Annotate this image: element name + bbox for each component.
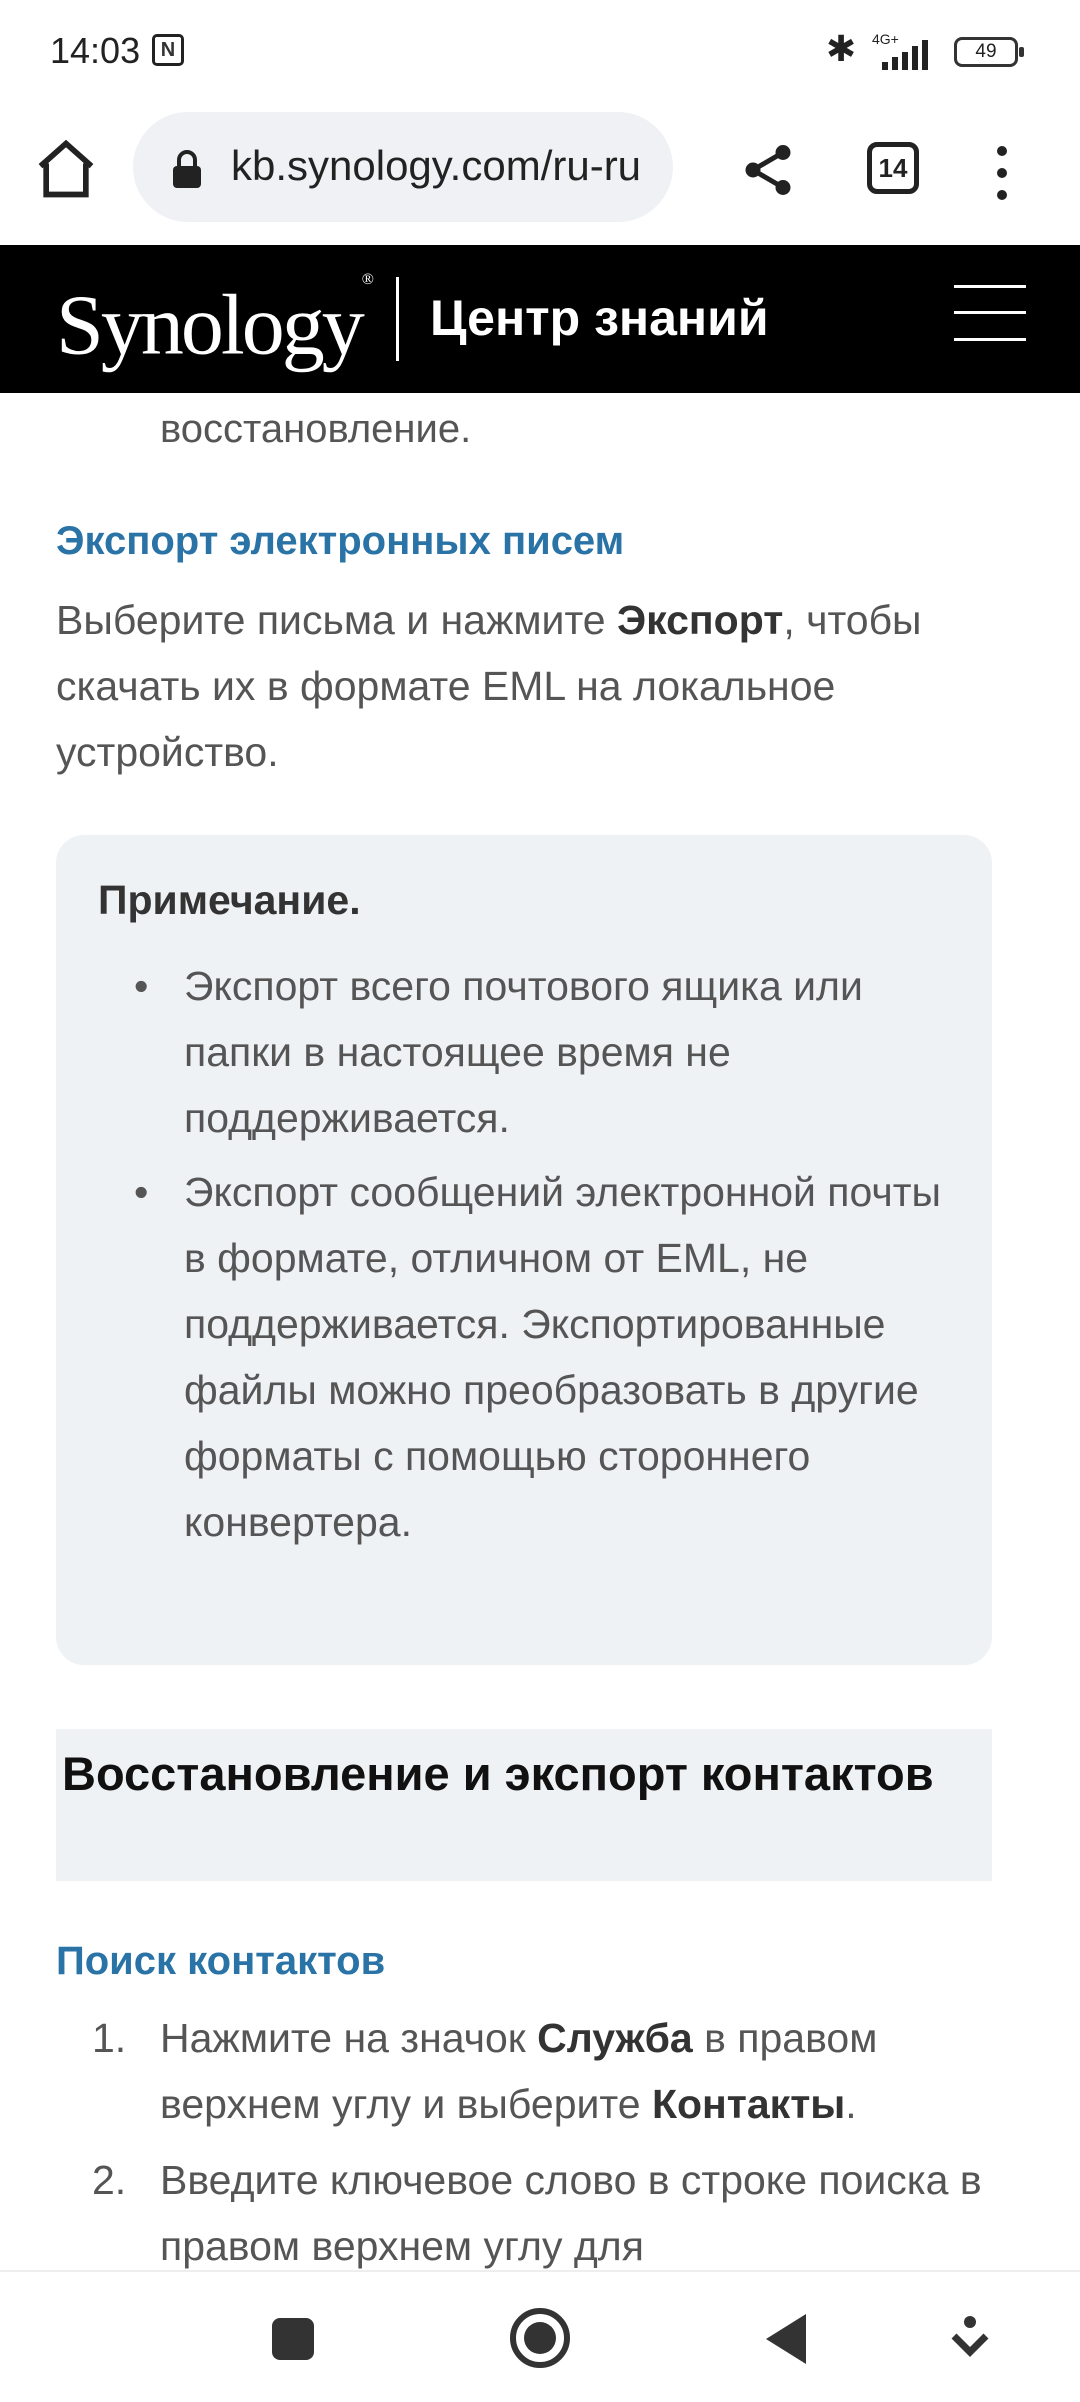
recents-button[interactable] (270, 2316, 316, 2367)
share-icon (745, 145, 791, 195)
keyboard-hide-button[interactable] (950, 2316, 990, 2367)
section-heading: Восстановление и экспорт контактов (56, 1729, 992, 1881)
address-bar[interactable]: kb.synology.com/ru-ru (133, 112, 673, 222)
home-icon (38, 139, 94, 198)
list-item: 1. Нажмите на значок Служба в правом вер… (92, 2015, 878, 2127)
share-button[interactable] (738, 140, 798, 200)
more-vert-icon (997, 146, 1007, 200)
chevron-down-icon (951, 2316, 989, 2357)
hamburger-icon[interactable] (954, 285, 1026, 341)
export-bold: Экспорт (616, 597, 784, 643)
site-header: Synology® Центр знаний (0, 245, 1080, 393)
note-title: Примечание. (98, 877, 361, 923)
url-text: kb.synology.com/ru-ru (231, 142, 642, 189)
home-nav-button[interactable] (508, 2306, 572, 2375)
system-nav-bar (0, 2270, 1080, 2402)
status-time: 14:03 (50, 30, 141, 71)
circle-icon (510, 2308, 570, 2368)
battery-icon: 49 (954, 37, 1024, 67)
bluetooth-icon: ✱ (826, 28, 857, 69)
export-emails-heading: Экспорт электронных писем (56, 519, 625, 563)
signal-icon: 4G+ (872, 31, 942, 77)
note-box: Примечание. • Экспорт всего почтового ящи… (56, 835, 992, 1665)
nfc-icon: N (152, 34, 184, 66)
network-type: 4G+ (872, 32, 899, 47)
list-item: 2. Введите ключевое слово в строке поиск… (92, 2157, 982, 2269)
back-button[interactable] (762, 2312, 810, 2371)
list-item: • Экспорт всего почтового ящика или папки… (134, 963, 863, 1141)
list-item: • Экспорт сообщений электронной почты в ф… (134, 1169, 942, 1545)
export-paragraph: Выберите письма и нажмите Экспорт, чтобы… (56, 597, 922, 775)
browser-toolbar: kb.synology.com/ru-ru 14 (0, 105, 1080, 245)
synology-logo[interactable]: Synology® (56, 271, 374, 370)
search-contacts-heading: Поиск контактов (56, 1939, 386, 1983)
home-button[interactable] (32, 135, 100, 203)
square-icon (272, 2318, 314, 2360)
note-list: • Экспорт всего почтового ящика или папки… (56, 953, 992, 1563)
tabs-button[interactable]: 14 (867, 142, 919, 194)
knowledge-center-title[interactable]: Центр знаний (430, 289, 769, 347)
back-triangle-icon (766, 2314, 806, 2364)
more-menu-button[interactable] (990, 143, 1014, 203)
status-bar: 14:03 N ✱ 4G+ 49 (0, 0, 1080, 105)
lock-icon (173, 150, 201, 188)
header-divider (396, 277, 399, 361)
continued-text: восстановление. (160, 407, 472, 451)
article-content: восстановление. Экспорт электронных писе… (0, 393, 1080, 2270)
steps-list: 1. Нажмите на значок Служба в правом вер… (56, 2005, 1036, 2270)
